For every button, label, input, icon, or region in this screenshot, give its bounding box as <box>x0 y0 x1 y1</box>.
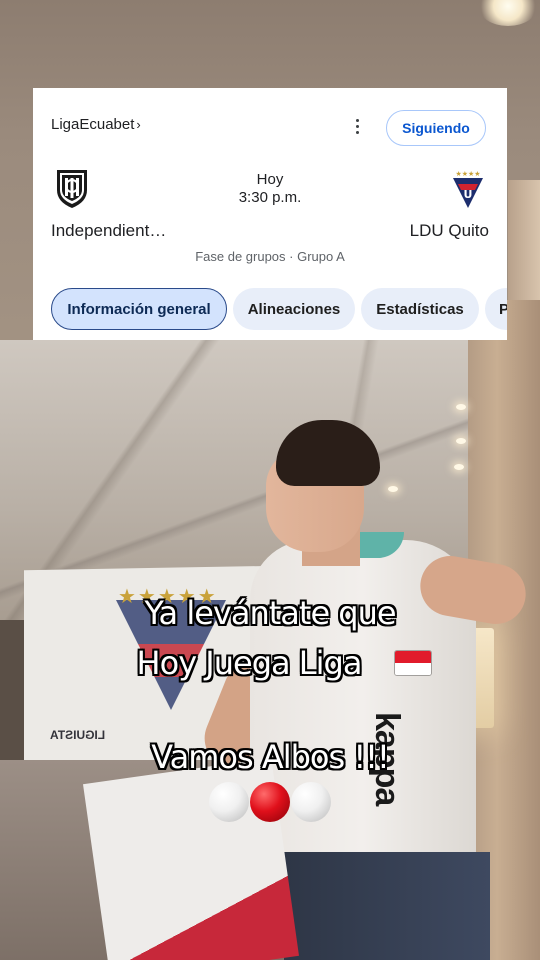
white-circle-icon <box>209 782 249 822</box>
follow-button[interactable]: Siguiendo <box>386 110 486 146</box>
emoji-balls <box>209 782 331 822</box>
tab-estadisticas[interactable]: Estadísticas <box>361 288 479 330</box>
caption-line-1: Ya levántate que <box>144 594 396 632</box>
svg-text:U: U <box>464 188 473 201</box>
spotlight <box>454 464 464 470</box>
league-link[interactable]: LigaEcuabet › <box>51 116 141 133</box>
white-circle-icon <box>291 782 331 822</box>
spotlight <box>456 404 466 410</box>
home-team-name[interactable]: Independient… <box>51 221 166 241</box>
ldu-quito-crest-icon[interactable]: ★★★★ U <box>451 168 485 210</box>
red-circle-icon <box>250 782 290 822</box>
svg-text:★★★★: ★★★★ <box>455 170 480 178</box>
tab-informacion-general[interactable]: Información general <box>51 288 227 330</box>
spotlight <box>388 486 398 492</box>
flag-emoji-icon <box>394 650 432 676</box>
chevron-right-icon: › <box>136 117 141 132</box>
tab-alineaciones[interactable]: Alineaciones <box>233 288 355 330</box>
league-name: LigaEcuabet <box>51 116 135 133</box>
match-day: Hoy <box>256 171 284 188</box>
caption-line-2: Hoy Juega Liga <box>136 644 363 682</box>
tab-partial[interactable]: P <box>485 288 507 330</box>
match-time: 3:30 p.m. <box>238 189 302 206</box>
match-card[interactable]: LigaEcuabet › Siguiendo Hoy 3:30 p.m. ★★★… <box>33 88 507 340</box>
more-vert-icon[interactable] <box>346 114 368 138</box>
match-stage: Fase de grupos · Grupo A <box>195 249 345 264</box>
jeans <box>284 852 490 960</box>
caption-line-3: Vamos Albos !!! <box>151 738 390 776</box>
spotlight <box>456 438 466 444</box>
away-team-name[interactable]: LDU Quito <box>410 221 489 241</box>
